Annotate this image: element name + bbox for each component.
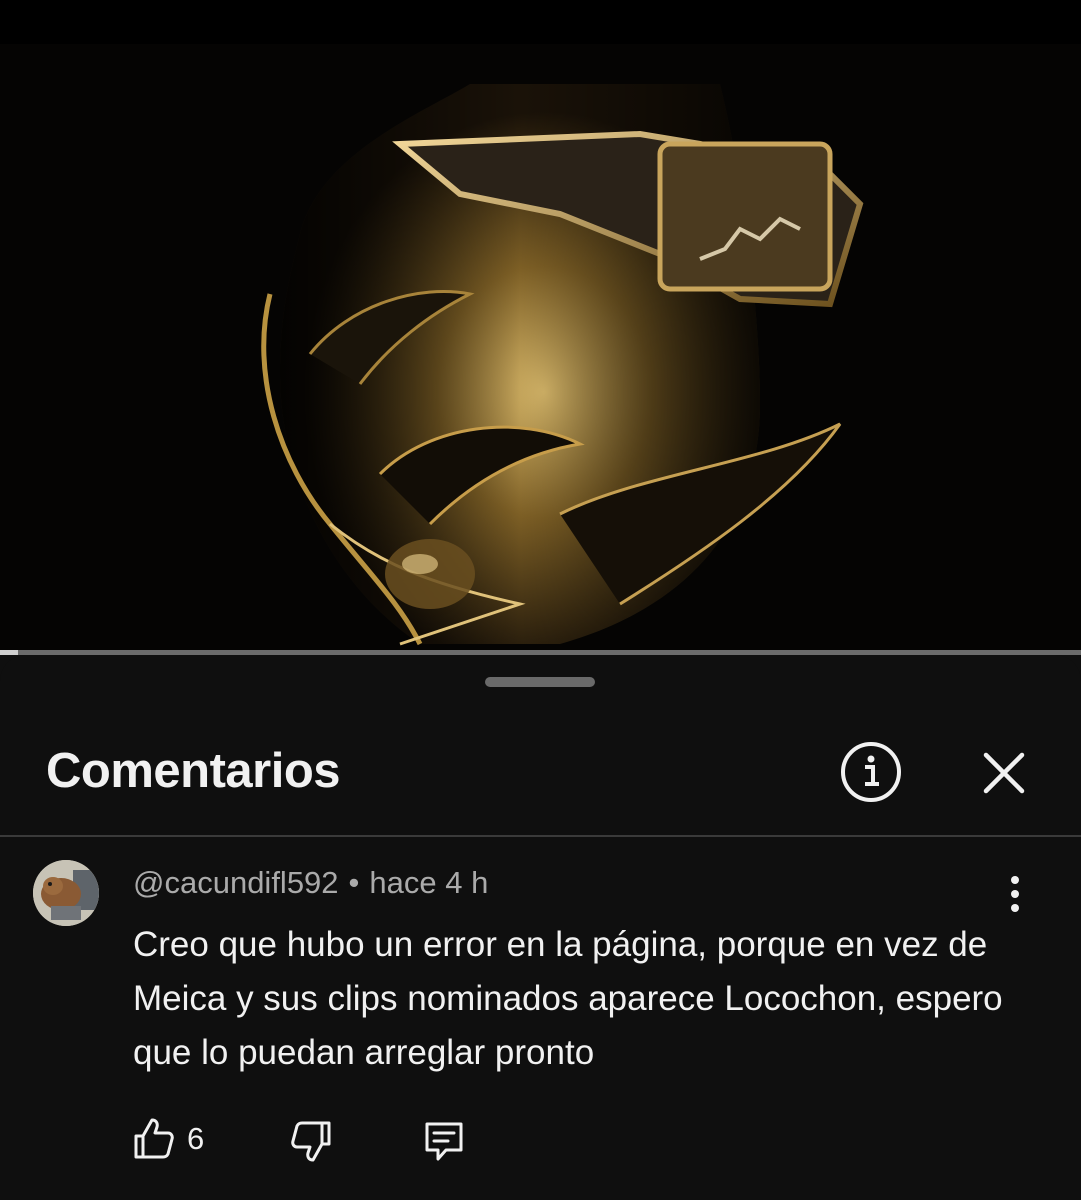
comments-sheet: Comentarios @cacundifl592 • hace 4 h Cre…	[0, 655, 1081, 1200]
divider	[0, 835, 1081, 837]
drag-handle[interactable]	[485, 677, 595, 687]
like-count: 6	[187, 1121, 205, 1156]
thumb-up-icon[interactable]	[130, 1115, 178, 1163]
status-bar	[0, 0, 1081, 44]
video-progress-fill	[0, 650, 19, 655]
comment-meta: @cacundifl592 • hace 4 h	[133, 865, 488, 901]
avatar[interactable]	[33, 860, 99, 926]
comment-time: hace 4 h	[369, 865, 489, 900]
more-vert-icon[interactable]	[998, 873, 1032, 915]
close-icon[interactable]	[974, 743, 1034, 803]
meta-separator: •	[348, 865, 360, 900]
comment-actions: 6	[130, 1115, 530, 1165]
info-icon[interactable]	[838, 739, 904, 805]
comment-text: Creo que hubo un error en la página, por…	[133, 925, 1003, 1072]
video-frame-trophy	[0, 44, 1081, 650]
comment-author[interactable]: @cacundifl592	[133, 865, 339, 900]
comments-title: Comentarios	[46, 744, 341, 798]
video-player[interactable]	[0, 44, 1081, 650]
thumb-down-icon[interactable]	[287, 1117, 335, 1165]
reply-comment-icon[interactable]	[420, 1117, 468, 1165]
